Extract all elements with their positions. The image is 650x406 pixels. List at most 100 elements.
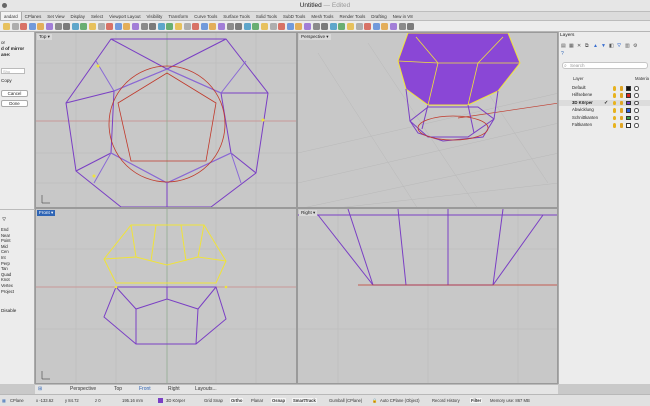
viewport-label-top[interactable]: Top ▾: [37, 34, 52, 40]
delete-layer-icon[interactable]: ✕: [577, 43, 581, 49]
toolbar-tab[interactable]: Transform: [165, 12, 191, 20]
status-filter[interactable]: Filter: [470, 398, 483, 403]
status-ortho[interactable]: Ortho: [230, 398, 244, 403]
layer-row[interactable]: Faltkanten: [559, 122, 650, 129]
tool-button-icon[interactable]: [381, 23, 389, 30]
tool-button-icon[interactable]: [304, 23, 311, 30]
tool-button-icon[interactable]: [46, 23, 53, 30]
tool-button-icon[interactable]: [269, 23, 277, 30]
toolbar-tab[interactable]: Curve Tools: [191, 12, 220, 20]
done-button[interactable]: Done: [1, 100, 28, 107]
filter-icon[interactable]: ⛛: [2, 217, 8, 223]
tool-button-icon[interactable]: [312, 23, 320, 30]
tool-button-icon[interactable]: [347, 23, 354, 30]
toolbar-tab[interactable]: Select: [88, 12, 106, 20]
viewport-right[interactable]: Right ▾: [297, 208, 558, 384]
viewport-label-front[interactable]: Front ▾: [37, 210, 56, 216]
osnap-item[interactable]: Project: [0, 289, 35, 295]
tool-button-icon[interactable]: [149, 23, 157, 30]
status-osnap[interactable]: Osnap: [271, 398, 287, 403]
tool-button-icon[interactable]: [11, 23, 19, 30]
status-planar[interactable]: Planar: [251, 398, 263, 403]
material-icon[interactable]: [634, 123, 639, 128]
tool-button-icon[interactable]: [218, 23, 225, 30]
tool-button-icon[interactable]: [89, 23, 96, 30]
tool-button-icon[interactable]: [20, 23, 28, 30]
tool-button-icon[interactable]: [71, 23, 79, 30]
toolbar-tab[interactable]: New in V8: [390, 12, 416, 20]
tool-button-icon[interactable]: [295, 23, 303, 30]
layer-color-swatch[interactable]: [626, 93, 631, 98]
tab-perspective[interactable]: Perspective: [70, 386, 96, 392]
tool-button-icon[interactable]: [226, 23, 234, 30]
toolbar-tab[interactable]: Drafting: [368, 12, 389, 20]
tool-button-icon[interactable]: [243, 23, 251, 30]
command-input[interactable]: Sho: [1, 68, 25, 74]
tool-button-icon[interactable]: [261, 23, 268, 30]
tool-button-icon[interactable]: [278, 23, 286, 30]
cancel-button[interactable]: Cancel: [1, 90, 28, 97]
viewport-label-perspective[interactable]: Perspective ▾: [299, 34, 331, 40]
status-cplane[interactable]: CPlane: [10, 398, 24, 403]
layer-search-input[interactable]: Search: [562, 62, 648, 69]
layer-color-swatch[interactable]: [626, 115, 631, 121]
tool-button-icon[interactable]: [37, 23, 45, 30]
tool-button-icon[interactable]: [329, 23, 337, 30]
tool-button-icon[interactable]: [175, 23, 182, 30]
visibility-bulb-icon[interactable]: [613, 86, 617, 91]
tool-button-icon[interactable]: [106, 23, 114, 30]
layer-row[interactable]: Schnittkanten: [559, 115, 650, 122]
tool-button-icon[interactable]: [407, 23, 415, 30]
tool-button-icon[interactable]: [80, 23, 88, 30]
lock-icon[interactable]: [620, 115, 624, 121]
tab-right[interactable]: Right: [168, 386, 180, 392]
lock-icon[interactable]: [620, 123, 624, 128]
visibility-bulb-icon[interactable]: [613, 115, 617, 121]
layer-row[interactable]: Hilfsebene: [559, 92, 650, 99]
material-icon[interactable]: [634, 115, 639, 121]
layer-filter-icon[interactable]: ⛛: [617, 43, 621, 49]
toolbar-tab[interactable]: Solid Tools: [253, 12, 280, 20]
material-icon[interactable]: [634, 108, 639, 113]
layer-tools-icon[interactable]: ◧: [609, 43, 614, 49]
tool-button-icon[interactable]: [286, 23, 294, 30]
tool-button-icon[interactable]: [355, 23, 363, 30]
duplicate-layer-icon[interactable]: ⧉: [585, 43, 589, 49]
viewport-top[interactable]: Top ▾: [35, 32, 297, 208]
tool-button-icon[interactable]: [192, 23, 200, 30]
tab-top[interactable]: Top: [114, 386, 122, 392]
viewport-perspective[interactable]: Perspective ▾: [297, 32, 558, 208]
visibility-bulb-icon[interactable]: [613, 123, 617, 128]
move-up-icon[interactable]: ▲: [593, 43, 598, 49]
layer-color-swatch[interactable]: [626, 100, 631, 106]
current-layer-check-icon[interactable]: ✓: [604, 100, 608, 107]
tool-button-icon[interactable]: [252, 23, 260, 30]
tool-button-icon[interactable]: [183, 23, 191, 30]
tool-button-icon[interactable]: [97, 23, 105, 30]
tool-button-icon[interactable]: [157, 23, 165, 30]
column-header-material[interactable]: Materia: [635, 76, 649, 81]
layer-columns-icon[interactable]: ▥: [625, 43, 630, 49]
layer-row[interactable]: Default: [559, 85, 650, 92]
add-viewport-icon[interactable]: ⊞: [38, 386, 42, 392]
layer-color-swatch[interactable]: [626, 108, 631, 113]
tool-button-icon[interactable]: [209, 23, 217, 30]
tool-button-icon[interactable]: [28, 23, 36, 30]
move-down-icon[interactable]: ▼: [601, 43, 606, 49]
toolbar-tab[interactable]: Visibility: [144, 12, 166, 20]
toolbar-tab[interactable]: Surface Tools: [220, 12, 253, 20]
status-layer[interactable]: 3D Körper: [166, 398, 185, 403]
column-header-layer[interactable]: Layer: [573, 76, 583, 81]
osnap-disable[interactable]: Disable: [1, 308, 16, 314]
layer-color-swatch[interactable]: [626, 86, 631, 91]
layer-color-swatch[interactable]: [626, 123, 631, 128]
tab-layouts[interactable]: Layouts...: [195, 386, 217, 392]
tool-button-icon[interactable]: [235, 23, 243, 30]
tool-button-icon[interactable]: [132, 23, 139, 30]
status-auto-cplane[interactable]: Auto CPlane (Object): [380, 398, 420, 403]
tab-front[interactable]: Front: [139, 386, 151, 392]
tool-button-icon[interactable]: [123, 23, 131, 30]
layer-row[interactable]: Abwicklung: [559, 107, 650, 114]
toolbar-tab[interactable]: Mesh Tools: [308, 12, 336, 20]
new-sublayer-icon[interactable]: ▦: [569, 43, 574, 49]
